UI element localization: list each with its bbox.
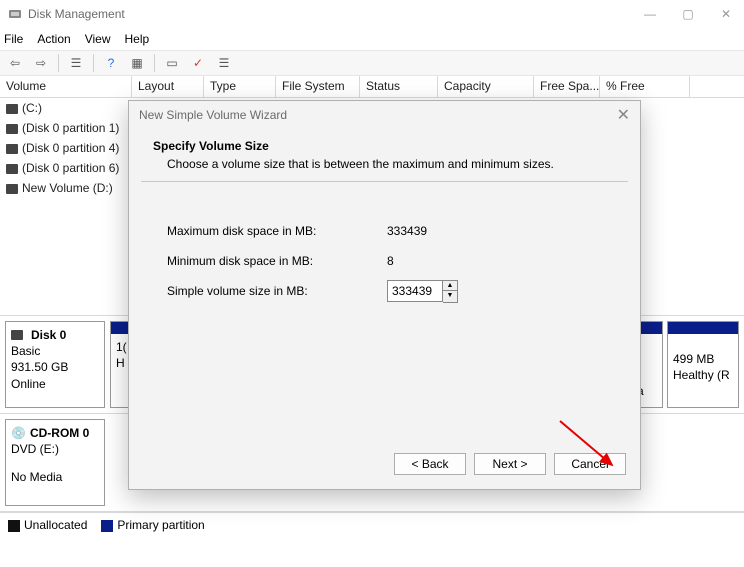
maximize-button[interactable]: ▢ xyxy=(678,7,698,21)
help-icon[interactable]: ? xyxy=(100,53,122,73)
new-volume-wizard-dialog: New Simple Volume Wizard ✕ Specify Volum… xyxy=(128,100,641,490)
disk-icon xyxy=(6,184,18,194)
col-pctfree[interactable]: % Free xyxy=(600,76,690,97)
col-layout[interactable]: Layout xyxy=(132,76,204,97)
cdrom-icon: 💿 xyxy=(11,425,26,441)
volume-size-spinner[interactable]: ▲ ▼ xyxy=(387,280,458,303)
spin-up-icon[interactable]: ▲ xyxy=(443,281,457,292)
title-bar: Disk Management — ▢ ✕ xyxy=(0,0,744,28)
disk-icon xyxy=(6,124,18,134)
max-space-value: 333439 xyxy=(387,224,427,238)
refresh-icon[interactable]: ☰ xyxy=(65,53,87,73)
settings-icon[interactable]: ▦ xyxy=(126,53,148,73)
dialog-subheading: Choose a volume size that is between the… xyxy=(153,153,616,171)
menu-view[interactable]: View xyxy=(85,32,111,46)
dialog-close-button[interactable]: ✕ xyxy=(617,105,630,125)
list-icon[interactable]: ☰ xyxy=(213,53,235,73)
close-button[interactable]: ✕ xyxy=(716,7,736,21)
dialog-title: New Simple Volume Wizard xyxy=(139,108,617,122)
partition-box[interactable]: 499 MB Healthy (R xyxy=(667,321,739,408)
min-space-value: 8 xyxy=(387,254,394,268)
menu-action[interactable]: Action xyxy=(37,32,70,46)
cancel-button[interactable]: Cancel xyxy=(554,453,626,475)
min-space-label: Minimum disk space in MB: xyxy=(167,254,387,268)
forward-icon[interactable]: ⇨ xyxy=(30,53,52,73)
disk-icon xyxy=(6,104,18,114)
volume-list-header: Volume Layout Type File System Status Ca… xyxy=(0,76,744,98)
menu-bar: File Action View Help xyxy=(0,28,744,50)
col-type[interactable]: Type xyxy=(204,76,276,97)
next-button[interactable]: Next > xyxy=(474,453,546,475)
volume-size-label: Simple volume size in MB: xyxy=(167,284,387,298)
back-button[interactable]: < Back xyxy=(394,453,466,475)
volume-size-input[interactable] xyxy=(387,280,443,302)
menu-file[interactable]: File xyxy=(4,32,23,46)
app-icon xyxy=(8,7,22,21)
col-freespace[interactable]: Free Spa... xyxy=(534,76,600,97)
col-status[interactable]: Status xyxy=(360,76,438,97)
toolbar: ⇦ ⇨ ☰ ? ▦ ▭ ✓ ☰ xyxy=(0,50,744,76)
window-title: Disk Management xyxy=(28,7,640,21)
menu-help[interactable]: Help xyxy=(125,32,150,46)
disk-icon xyxy=(11,330,23,340)
disk-info-box[interactable]: 💿CD-ROM 0 DVD (E:) No Media xyxy=(5,419,105,506)
col-volume[interactable]: Volume xyxy=(0,76,132,97)
properties-icon[interactable]: ▭ xyxy=(161,53,183,73)
swatch-unallocated xyxy=(8,520,20,532)
dialog-title-bar: New Simple Volume Wizard ✕ xyxy=(129,101,640,129)
back-icon[interactable]: ⇦ xyxy=(4,53,26,73)
swatch-primary xyxy=(101,520,113,532)
disk-icon xyxy=(6,164,18,174)
col-filesystem[interactable]: File System xyxy=(276,76,360,97)
disk-icon xyxy=(6,144,18,154)
minimize-button[interactable]: — xyxy=(640,7,660,21)
legend: Unallocated Primary partition xyxy=(0,513,744,537)
check-icon[interactable]: ✓ xyxy=(187,53,209,73)
disk-info-box[interactable]: Disk 0 Basic 931.50 GB Online xyxy=(5,321,105,408)
spin-down-icon[interactable]: ▼ xyxy=(443,291,457,302)
col-capacity[interactable]: Capacity xyxy=(438,76,534,97)
max-space-label: Maximum disk space in MB: xyxy=(167,224,387,238)
dialog-heading: Specify Volume Size xyxy=(153,139,616,153)
